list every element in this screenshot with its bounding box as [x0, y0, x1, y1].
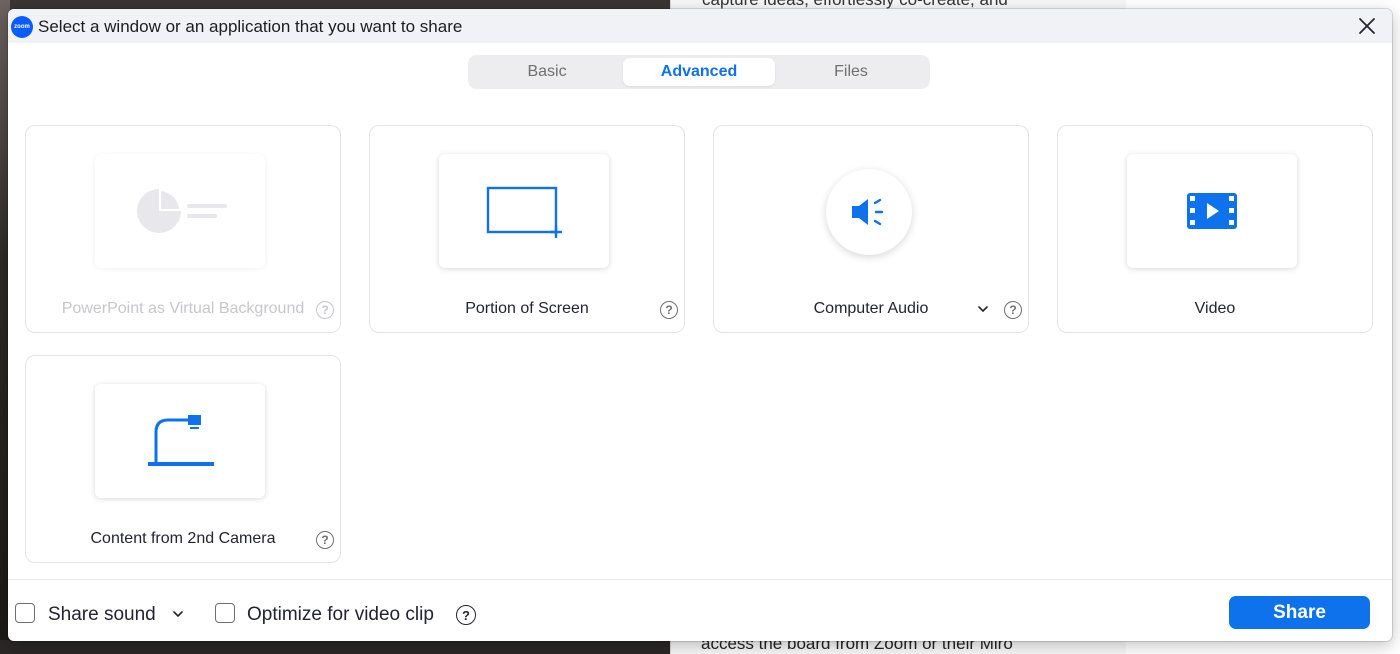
video-thumbnail — [1127, 154, 1297, 268]
video-icon — [1187, 193, 1237, 229]
help-icon[interactable]: ? — [660, 301, 678, 319]
option-powerpoint-virtual-background[interactable]: PowerPoint as Virtual Background ? — [25, 125, 341, 333]
close-button[interactable] — [1356, 15, 1378, 37]
option-content-from-2nd-camera[interactable]: Content from 2nd Camera ? — [25, 355, 341, 563]
document-camera-icon — [148, 415, 214, 466]
tab-files[interactable]: Files — [775, 58, 927, 86]
option-label: Portion of Screen — [465, 300, 589, 317]
option-computer-audio[interactable]: Computer Audio ? — [713, 125, 1029, 333]
optimize-video-clip-checkbox[interactable] — [215, 603, 235, 623]
option-portion-of-screen[interactable]: Portion of Screen ? — [369, 125, 685, 333]
share-sound-label: Share sound — [48, 604, 156, 625]
share-mode-tabs: Basic Advanced Files — [468, 55, 930, 89]
desktop-background-lower — [0, 640, 670, 654]
help-icon[interactable]: ? — [316, 531, 334, 549]
zoom-logo-icon: zoom — [11, 16, 33, 38]
portion-of-screen-thumbnail — [439, 154, 609, 268]
option-label: PowerPoint as Virtual Background — [61, 300, 305, 317]
powerpoint-thumbnail — [95, 154, 265, 268]
close-icon — [1359, 18, 1375, 34]
tab-basic[interactable]: Basic — [471, 58, 623, 86]
screen-portion-icon — [486, 186, 562, 238]
option-label: Content from 2nd Camera — [90, 530, 276, 547]
computer-audio-thumbnail — [826, 169, 912, 255]
chevron-down-icon[interactable] — [976, 302, 990, 316]
chevron-down-icon[interactable] — [171, 607, 185, 621]
dialog-titlebar: zoom Select a window or an application t… — [8, 9, 1392, 43]
option-video[interactable]: Video — [1057, 125, 1373, 333]
share-button[interactable]: Share — [1229, 596, 1370, 629]
optimize-video-clip-label: Optimize for video clip — [247, 604, 434, 625]
help-icon[interactable]: ? — [456, 605, 476, 625]
help-icon[interactable]: ? — [316, 301, 334, 319]
share-sound-checkbox[interactable] — [15, 603, 35, 623]
help-icon[interactable]: ? — [1004, 301, 1022, 319]
tab-advanced[interactable]: Advanced — [623, 58, 775, 86]
share-screen-dialog: zoom Select a window or an application t… — [8, 9, 1392, 641]
dialog-title: Select a window or an application that y… — [38, 17, 463, 36]
speaker-icon — [852, 198, 884, 226]
option-label: Video — [1194, 300, 1236, 317]
second-camera-thumbnail — [95, 384, 265, 498]
footer-divider — [8, 579, 1392, 580]
powerpoint-icon — [137, 189, 227, 233]
